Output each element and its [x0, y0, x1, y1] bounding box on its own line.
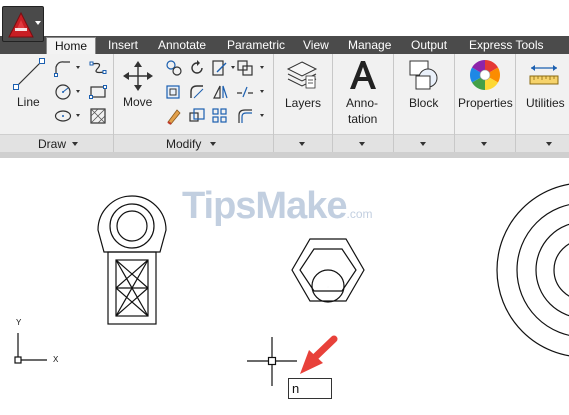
- ellipse-icon[interactable]: [54, 107, 72, 125]
- autocad-window: Home Insert Annotate Parametric View Man…: [0, 0, 569, 415]
- explode-icon[interactable]: [236, 59, 254, 77]
- tab-parametric[interactable]: Parametric: [227, 37, 285, 54]
- watermark-suffix: .com: [346, 207, 373, 221]
- utilities-label[interactable]: Utilities: [526, 96, 565, 110]
- modify-panel-expand-icon: [210, 142, 216, 146]
- array-icon[interactable]: [211, 107, 229, 125]
- drawing-part-tag: [97, 195, 167, 325]
- application-menu-button[interactable]: [2, 6, 44, 42]
- tab-annotate[interactable]: Annotate: [158, 37, 206, 54]
- offset-dropdown-icon[interactable]: [260, 114, 264, 117]
- block-icon[interactable]: [407, 58, 441, 92]
- ribbon-tab-strip: Home Insert Annotate Parametric View Man…: [0, 36, 569, 54]
- annotation-label-line2[interactable]: tation: [348, 112, 377, 126]
- tab-manage[interactable]: Manage: [348, 37, 391, 54]
- offset-icon[interactable]: [236, 107, 254, 125]
- title-bar: [0, 0, 569, 36]
- utilities-measure-icon[interactable]: [528, 60, 560, 90]
- utilities-panel-footer[interactable]: [516, 134, 569, 152]
- drawing-hex-nut: [291, 238, 365, 303]
- ribbon: Line Draw Move Modify Layers Anno- tatio…: [0, 54, 569, 152]
- polyline-dropdown-icon[interactable]: [76, 66, 80, 69]
- properties-expand-icon: [481, 142, 487, 146]
- draw-panel-footer[interactable]: Draw: [0, 134, 113, 152]
- trim-dropdown-icon[interactable]: [231, 66, 235, 69]
- circle-dropdown-icon[interactable]: [76, 90, 80, 93]
- spline-icon[interactable]: [89, 59, 107, 77]
- tab-view[interactable]: View: [303, 37, 329, 54]
- tab-output[interactable]: Output: [411, 37, 447, 54]
- draw-panel-label: Draw: [38, 137, 67, 151]
- layers-icon[interactable]: [285, 58, 319, 92]
- fillet-icon[interactable]: [188, 83, 206, 101]
- watermark-text: TipsMake: [182, 185, 347, 227]
- ellipse-dropdown-icon[interactable]: [76, 114, 80, 117]
- app-menu-dropdown-icon: [35, 21, 41, 25]
- properties-label[interactable]: Properties: [458, 96, 513, 110]
- ucs-x-label: X: [53, 355, 59, 364]
- rotate-icon[interactable]: [188, 59, 206, 77]
- ucs-icon: [14, 333, 47, 364]
- erase-icon[interactable]: [165, 107, 183, 125]
- autocad-logo-icon: [8, 11, 34, 38]
- ucs-y-label: Y: [16, 318, 22, 327]
- move-button-label[interactable]: Move: [123, 95, 152, 109]
- annotation-panel-footer[interactable]: [333, 134, 393, 152]
- layers-expand-icon: [299, 142, 305, 146]
- properties-panel-footer[interactable]: [455, 134, 515, 152]
- pointer-arrow-icon: [300, 335, 338, 374]
- copy-icon[interactable]: [165, 59, 183, 77]
- dynamic-input-field[interactable]: n: [288, 378, 332, 399]
- circle-icon[interactable]: [54, 83, 72, 101]
- mirror-icon[interactable]: [165, 83, 183, 101]
- watermark-logo: TipsMake.com: [182, 185, 373, 228]
- hatch-icon[interactable]: [89, 107, 107, 125]
- line-button-label[interactable]: Line: [17, 95, 40, 109]
- move-icon[interactable]: [122, 60, 154, 92]
- break-dropdown-icon[interactable]: [260, 90, 264, 93]
- break-icon[interactable]: [236, 83, 254, 101]
- scale-icon[interactable]: [188, 107, 206, 125]
- stretch-icon[interactable]: [211, 83, 229, 101]
- modify-panel-label: Modify: [166, 137, 202, 151]
- layers-panel-footer[interactable]: [274, 134, 332, 152]
- line-icon[interactable]: [13, 58, 45, 90]
- block-panel-footer[interactable]: [394, 134, 454, 152]
- annotation-label-line1[interactable]: Anno-: [346, 96, 378, 110]
- trim-icon[interactable]: [211, 59, 229, 77]
- drawing-concentric-circles: [496, 183, 569, 357]
- draw-panel-expand-icon: [72, 142, 78, 146]
- tab-home[interactable]: Home: [46, 37, 97, 54]
- properties-color-wheel-icon[interactable]: [468, 58, 502, 92]
- tab-insert[interactable]: Insert: [108, 37, 138, 54]
- modify-panel-footer[interactable]: Modify: [114, 134, 273, 152]
- explode-dropdown-icon[interactable]: [260, 66, 264, 69]
- block-expand-icon: [420, 142, 426, 146]
- annotation-expand-icon: [359, 142, 365, 146]
- block-label[interactable]: Block: [409, 96, 438, 110]
- utilities-expand-icon: [546, 142, 552, 146]
- annotation-icon[interactable]: [347, 58, 379, 92]
- polyline-icon[interactable]: [54, 59, 72, 77]
- tab-express-tools[interactable]: Express Tools: [469, 37, 543, 54]
- layers-label[interactable]: Layers: [285, 96, 321, 110]
- rectangle-icon[interactable]: [89, 83, 107, 101]
